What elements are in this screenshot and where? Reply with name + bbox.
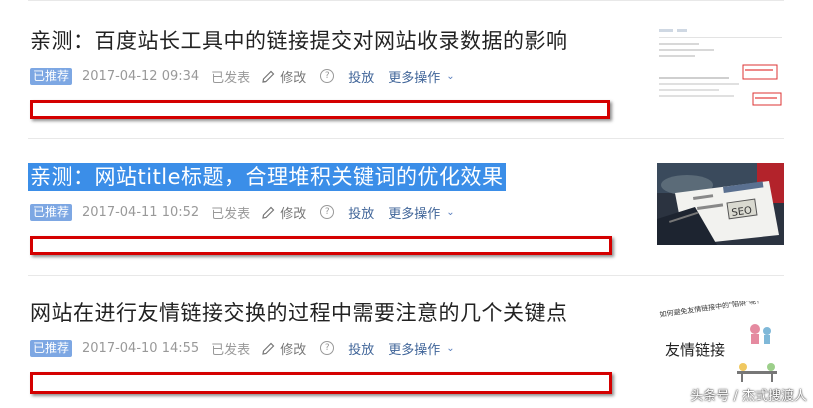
publish-datetime: 2017-04-10 14:55 — [82, 340, 200, 356]
thumbnail-caption: 友情链接 — [665, 341, 725, 359]
question-circle-icon[interactable]: ? — [320, 205, 335, 219]
pencil-icon — [262, 70, 275, 83]
more-actions-dropdown[interactable]: 更多操作 ⌄ — [388, 203, 454, 222]
promote-link[interactable]: 投放 — [348, 339, 374, 358]
divider — [28, 138, 784, 139]
edit-button[interactable]: 修改 — [262, 339, 306, 358]
article-meta: 已推荐 2017-04-12 09:34 已发表 修改 ? 投放 更多操作 ⌄ — [30, 66, 455, 86]
more-actions-dropdown[interactable]: 更多操作 ⌄ — [388, 339, 454, 358]
article-meta: 已推荐 2017-04-11 10:52 已发表 修改 ? 投放 更多操作 ⌄ — [30, 202, 455, 222]
more-actions-label: 更多操作 — [388, 70, 441, 86]
divider — [28, 0, 784, 1]
more-actions-label: 更多操作 — [388, 206, 441, 222]
promote-link[interactable]: 投放 — [348, 67, 374, 86]
article-thumbnail[interactable] — [657, 27, 784, 109]
promote-link[interactable]: 投放 — [348, 203, 374, 222]
chevron-down-icon: ⌄ — [446, 342, 455, 354]
redaction-box — [30, 372, 612, 394]
pencil-icon — [262, 342, 275, 355]
edit-button[interactable]: 修改 — [262, 203, 306, 222]
more-actions-dropdown[interactable]: 更多操作 ⌄ — [388, 67, 454, 86]
question-circle-icon[interactable]: ? — [320, 341, 335, 355]
divider — [28, 275, 784, 276]
chevron-down-icon: ⌄ — [446, 70, 455, 82]
publish-datetime: 2017-04-12 09:34 — [82, 68, 200, 84]
redaction-box — [30, 236, 612, 255]
edit-label: 修改 — [280, 206, 307, 222]
publish-datetime: 2017-04-11 10:52 — [82, 204, 200, 220]
pencil-icon — [262, 206, 275, 219]
publish-status: 已发表 — [211, 70, 251, 86]
publish-status: 已发表 — [211, 342, 251, 358]
article-title[interactable]: 亲测：网站title标题，合理堆积关键词的优化效果 — [28, 163, 506, 191]
article-item: 亲测：网站title标题，合理堆积关键词的优化效果 已推荐 2017-04-11… — [0, 138, 813, 274]
article-title[interactable]: 网站在进行友情链接交换的过程中需要注意的几个关键点 — [30, 299, 568, 327]
article-meta: 已推荐 2017-04-10 14:55 已发表 修改 ? 投放 更多操作 ⌄ — [30, 338, 455, 358]
recommended-badge: 已推荐 — [30, 339, 73, 357]
edit-label: 修改 — [280, 70, 307, 86]
article-item: 亲测：百度站长工具中的链接提交对网站收录数据的影响 已推荐 2017-04-12… — [0, 0, 813, 137]
edit-button[interactable]: 修改 — [262, 67, 306, 86]
chevron-down-icon: ⌄ — [446, 206, 455, 218]
article-title[interactable]: 亲测：百度站长工具中的链接提交对网站收录数据的影响 — [30, 27, 568, 55]
recommended-badge: 已推荐 — [30, 67, 73, 85]
redaction-box — [30, 100, 610, 119]
more-actions-label: 更多操作 — [388, 342, 441, 358]
article-list-page: 亲测：百度站长工具中的链接提交对网站收录数据的影响 已推荐 2017-04-12… — [0, 0, 813, 408]
question-circle-icon[interactable]: ? — [320, 69, 335, 83]
article-thumbnail[interactable]: SEO — [657, 163, 784, 245]
publish-status: 已发表 — [211, 206, 251, 222]
recommended-badge: 已推荐 — [30, 203, 73, 221]
edit-label: 修改 — [280, 342, 307, 358]
watermark: 头条号 / 杰式搜渡人 — [690, 389, 807, 404]
article-thumbnail[interactable]: 如何避免友情链接中的"陷阱"呢? 友情链接 — [657, 301, 784, 383]
